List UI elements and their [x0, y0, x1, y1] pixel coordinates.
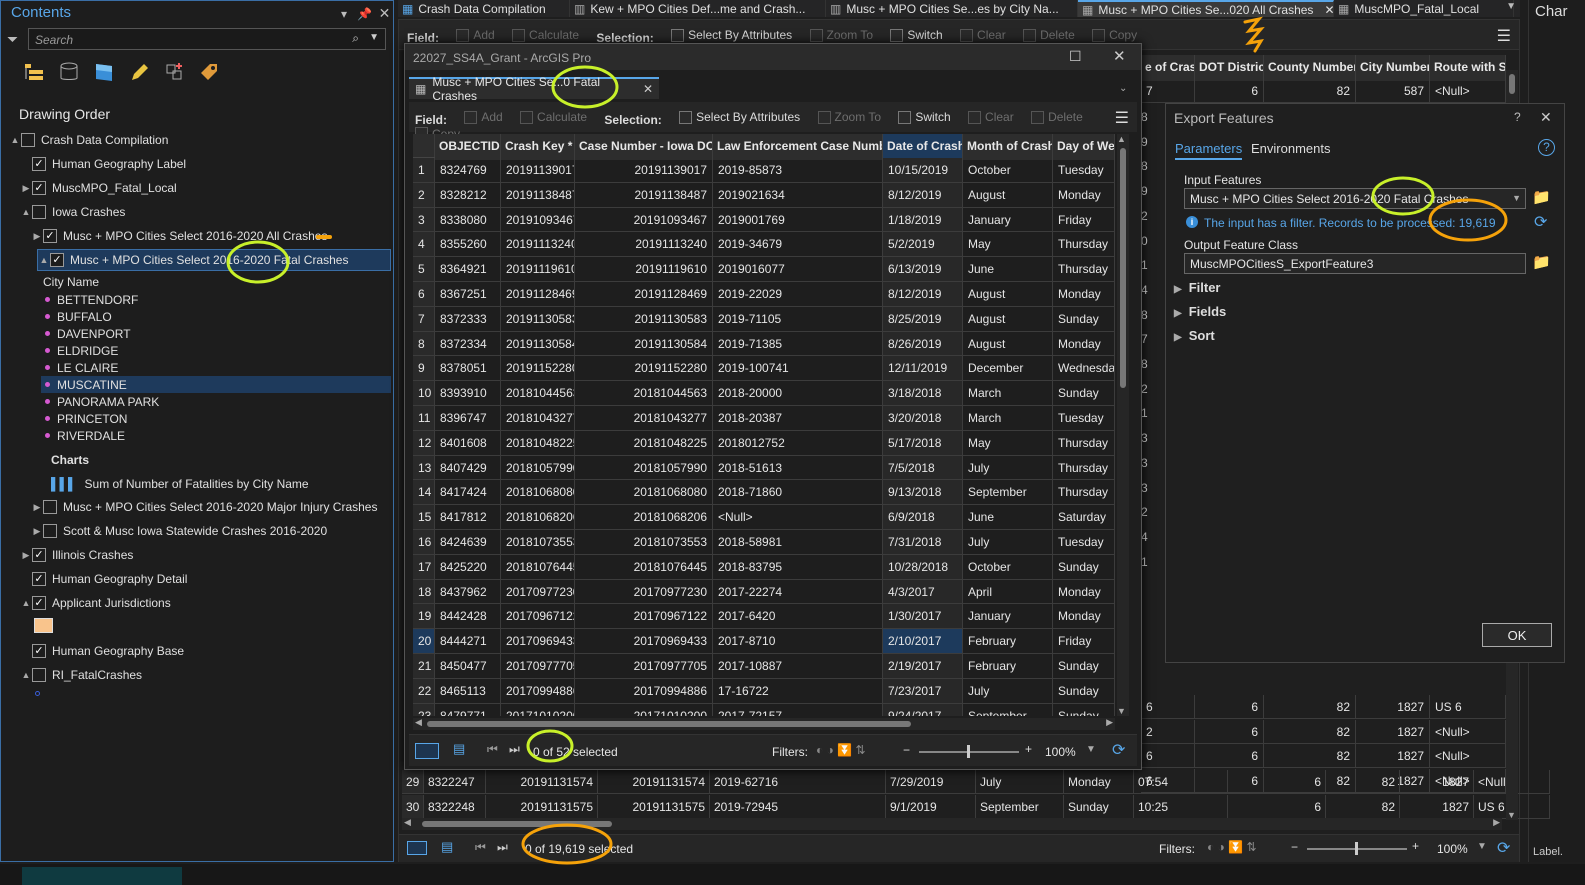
annotation-overlay	[226, 16, 1508, 865]
annotation-scribble-orange	[1243, 16, 1265, 53]
annotation-circle-green	[226, 240, 290, 284]
annotation-circle-green	[1371, 176, 1435, 216]
annotation-circle-green	[551, 65, 619, 109]
annotation-circle-orange	[521, 823, 613, 865]
annotation-circle-orange	[1428, 198, 1508, 242]
annotation-circle-green	[526, 729, 574, 763]
